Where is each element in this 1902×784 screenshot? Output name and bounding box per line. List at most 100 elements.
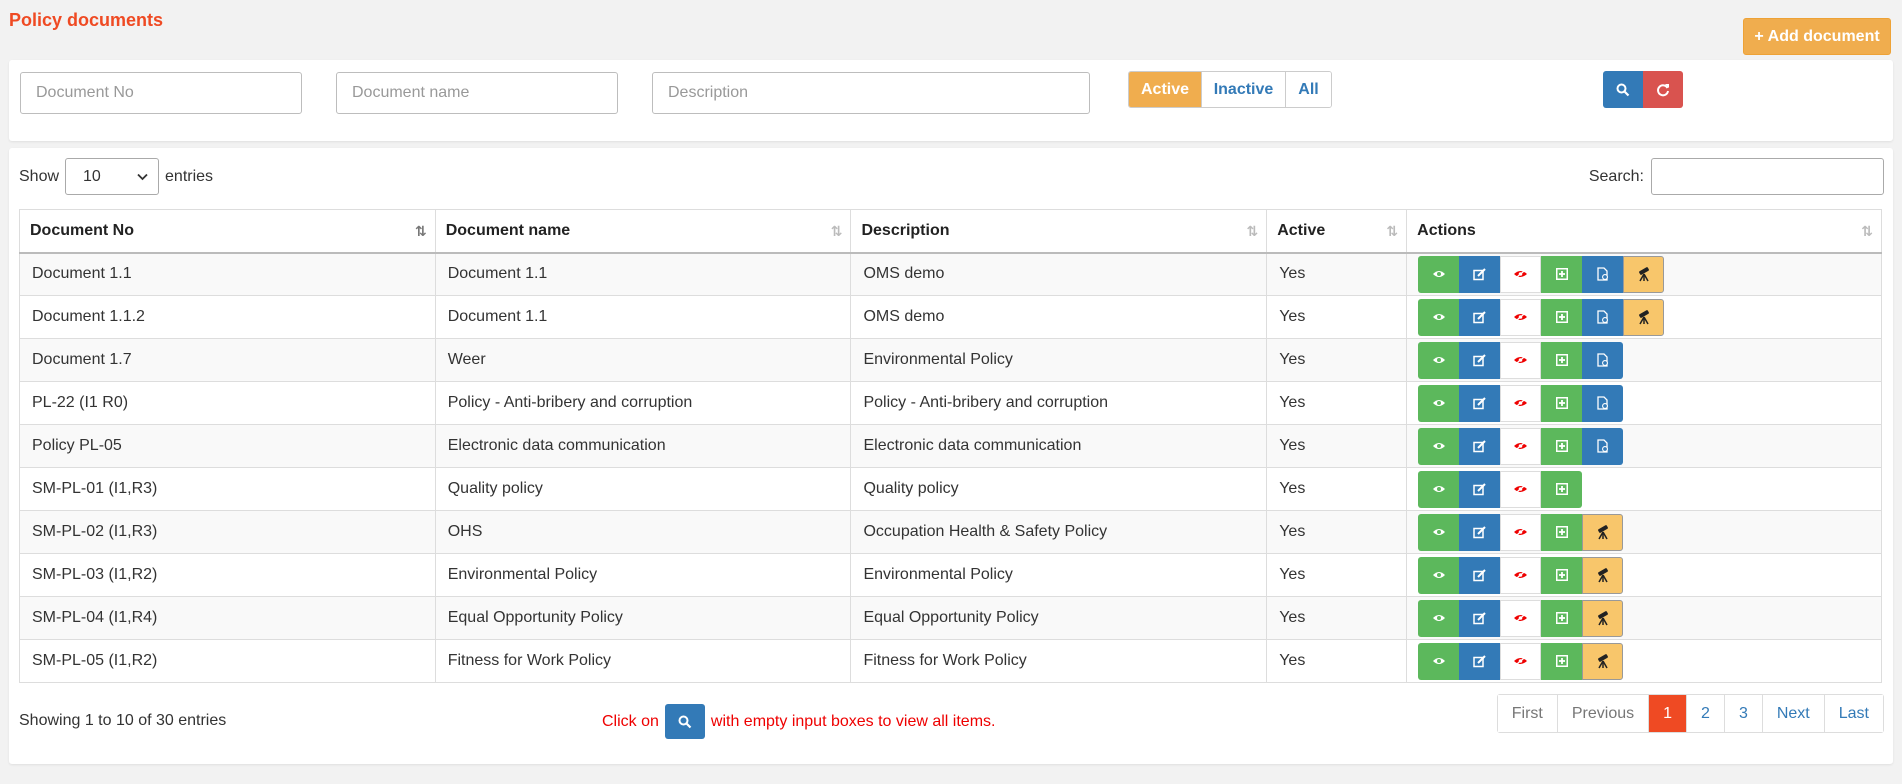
column-header-document-name[interactable]: Document name ⇅ — [434, 209, 852, 254]
view-button[interactable] — [1418, 599, 1460, 637]
action-buttons — [1417, 556, 1871, 594]
edit-button[interactable] — [1459, 513, 1501, 551]
add-revision-button[interactable] — [1541, 298, 1583, 336]
cell-description: Environmental Policy — [850, 553, 1268, 597]
search-button[interactable] — [1603, 71, 1643, 108]
add-revision-button[interactable] — [1541, 470, 1583, 508]
cell-active: Yes — [1266, 381, 1408, 425]
hint-text-after: with empty input boxes to view all items… — [710, 712, 996, 730]
deactivate-button[interactable] — [1500, 255, 1542, 293]
view-button[interactable] — [1418, 384, 1460, 422]
document-button[interactable] — [1582, 427, 1624, 465]
view-button[interactable] — [1418, 470, 1460, 508]
cell-document-name: Document 1.1 — [434, 295, 852, 339]
edit-button[interactable] — [1459, 341, 1501, 379]
deactivate-button[interactable] — [1500, 556, 1542, 594]
add-revision-button[interactable] — [1541, 427, 1583, 465]
deactivate-button[interactable] — [1500, 427, 1542, 465]
plus-icon: + — [1754, 27, 1764, 45]
deactivate-button[interactable] — [1500, 513, 1542, 551]
edit-icon — [1473, 396, 1486, 410]
action-buttons — [1417, 298, 1871, 336]
document-name-input[interactable] — [336, 72, 618, 114]
telescope-icon — [1595, 653, 1611, 669]
page-length-select[interactable]: 10 — [65, 158, 160, 195]
eye-icon — [1432, 441, 1446, 451]
edit-icon — [1473, 268, 1486, 281]
deactivate-button[interactable] — [1500, 470, 1542, 508]
description-input[interactable] — [652, 72, 1090, 114]
document-button[interactable] — [1582, 298, 1624, 336]
column-header-description[interactable]: Description ⇅ — [850, 209, 1268, 254]
pagination-next[interactable]: Next — [1762, 695, 1825, 732]
deactivate-button[interactable] — [1500, 384, 1542, 422]
cell-description: OMS demo — [850, 252, 1268, 296]
status-active-button[interactable]: Active — [1129, 72, 1202, 107]
add-revision-button[interactable] — [1541, 556, 1583, 594]
add-revision-button[interactable] — [1541, 642, 1583, 680]
add-revision-button[interactable] — [1541, 513, 1583, 551]
hint-search-button[interactable] — [664, 704, 705, 739]
reset-button[interactable] — [1643, 71, 1683, 108]
pagination-page-2[interactable]: 2 — [1687, 695, 1725, 732]
document-button[interactable] — [1582, 341, 1624, 379]
edit-button[interactable] — [1459, 298, 1501, 336]
document-button[interactable] — [1582, 255, 1624, 293]
edit-button[interactable] — [1459, 470, 1501, 508]
cell-actions — [1406, 381, 1882, 425]
sort-icon: ⇅ — [830, 223, 843, 239]
edit-button[interactable] — [1459, 427, 1501, 465]
edit-button[interactable] — [1459, 556, 1501, 594]
column-header-active[interactable]: Active ⇅ — [1266, 209, 1408, 254]
status-inactive-button[interactable]: Inactive — [1202, 72, 1286, 107]
cell-description: Equal Opportunity Policy — [850, 596, 1268, 640]
deactivate-button[interactable] — [1500, 341, 1542, 379]
deactivate-button[interactable] — [1500, 642, 1542, 680]
table-search-input[interactable] — [1651, 158, 1884, 195]
cell-active: Yes — [1266, 295, 1408, 339]
document-button[interactable] — [1582, 384, 1624, 422]
document-no-input[interactable] — [20, 72, 302, 114]
review-button[interactable] — [1582, 599, 1624, 637]
view-button[interactable] — [1418, 556, 1460, 594]
column-header-document-no[interactable]: Document No ⇅ — [19, 209, 436, 254]
view-button[interactable] — [1418, 513, 1460, 551]
pagination-previous[interactable]: Previous — [1557, 695, 1650, 732]
sort-icon: ⇅ — [1861, 223, 1873, 239]
cell-document-no: SM-PL-05 (I1,R2) — [19, 639, 436, 683]
pagination-page-1[interactable]: 1 — [1649, 695, 1688, 732]
cell-actions — [1406, 338, 1882, 382]
edit-button[interactable] — [1459, 642, 1501, 680]
eye-icon — [1432, 527, 1446, 537]
edit-button[interactable] — [1459, 599, 1501, 637]
cell-active: Yes — [1266, 639, 1408, 683]
cell-document-name: OHS — [434, 510, 852, 554]
review-button[interactable] — [1623, 298, 1665, 336]
column-header-actions[interactable]: Actions ⇅ — [1406, 209, 1882, 254]
eye-slash-icon — [1513, 484, 1528, 494]
view-button[interactable] — [1418, 255, 1460, 293]
view-button[interactable] — [1418, 341, 1460, 379]
edit-button[interactable] — [1459, 255, 1501, 293]
page-length-control: Show 10 entries — [19, 158, 213, 195]
pagination-last[interactable]: Last — [1824, 695, 1883, 732]
deactivate-button[interactable] — [1500, 298, 1542, 336]
add-revision-button[interactable] — [1541, 255, 1583, 293]
review-button[interactable] — [1623, 255, 1665, 293]
review-button[interactable] — [1582, 513, 1624, 551]
pagination-first[interactable]: First — [1497, 695, 1558, 732]
edit-button[interactable] — [1459, 384, 1501, 422]
review-button[interactable] — [1582, 642, 1624, 680]
review-button[interactable] — [1582, 556, 1624, 594]
status-all-button[interactable]: All — [1286, 72, 1331, 107]
view-button[interactable] — [1418, 298, 1460, 336]
cell-document-no: Policy PL-05 — [19, 424, 436, 468]
view-button[interactable] — [1418, 642, 1460, 680]
add-document-button[interactable]: + Add document — [1743, 18, 1891, 55]
pagination-page-3[interactable]: 3 — [1724, 695, 1763, 732]
view-button[interactable] — [1418, 427, 1460, 465]
add-revision-button[interactable] — [1541, 599, 1583, 637]
add-revision-button[interactable] — [1541, 384, 1583, 422]
add-revision-button[interactable] — [1541, 341, 1583, 379]
deactivate-button[interactable] — [1500, 599, 1542, 637]
